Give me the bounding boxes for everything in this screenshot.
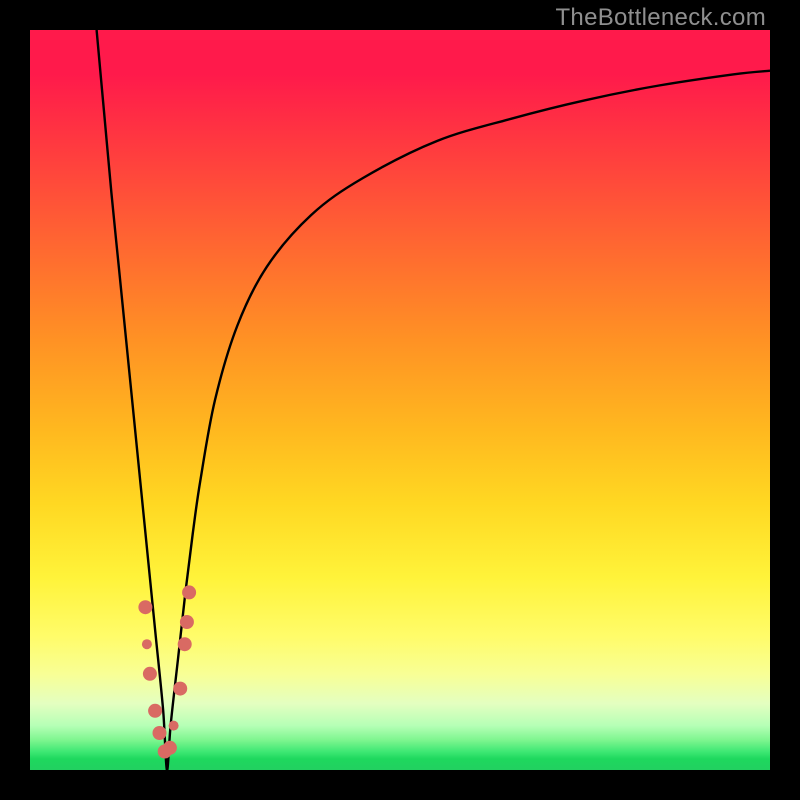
marker-point xyxy=(138,600,152,614)
chart-frame: TheBottleneck.com xyxy=(0,0,800,800)
curve-layer xyxy=(30,30,770,770)
bottleneck-curve-path xyxy=(97,30,770,770)
marker-point xyxy=(153,726,167,740)
marker-point xyxy=(169,721,179,731)
near-optimum-markers xyxy=(138,585,196,758)
marker-point xyxy=(143,667,157,681)
marker-point xyxy=(180,615,194,629)
bottleneck-curve xyxy=(97,30,770,770)
marker-point xyxy=(142,639,152,649)
marker-point xyxy=(173,682,187,696)
marker-point xyxy=(178,637,192,651)
marker-point xyxy=(163,741,177,755)
plot-area xyxy=(30,30,770,770)
marker-point xyxy=(148,704,162,718)
watermark-text: TheBottleneck.com xyxy=(555,4,766,32)
marker-point xyxy=(182,585,196,599)
